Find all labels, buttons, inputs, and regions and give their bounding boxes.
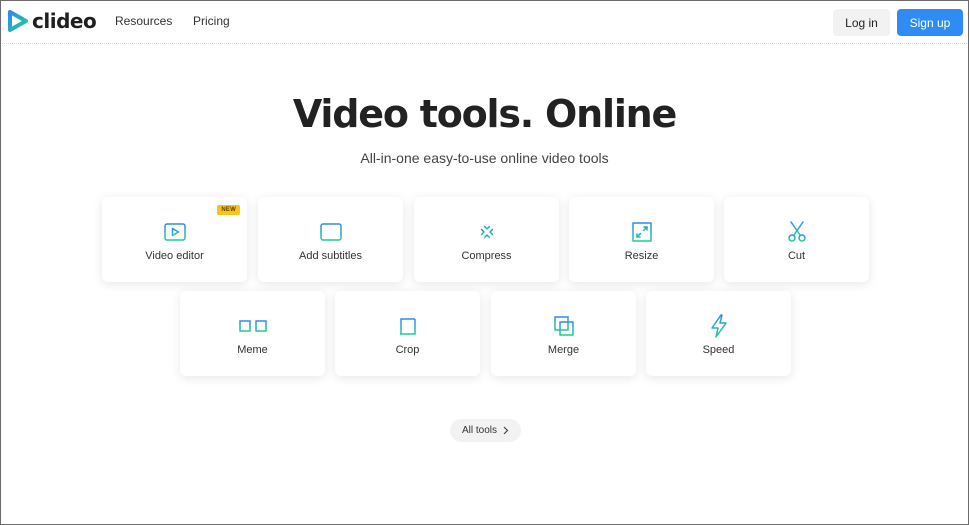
page-subtitle: All-in-one easy-to-use online video tool… (360, 150, 609, 166)
logo-text: clideo (32, 9, 97, 33)
tool-label: Resize (624, 250, 659, 262)
tool-card-add-subtitles[interactable]: Add subtitles (258, 197, 403, 282)
chevron-right-icon (503, 426, 509, 435)
lightning-icon (710, 314, 727, 338)
all-tools-label: All tools (461, 425, 497, 436)
all-tools-button[interactable]: All tools (450, 419, 521, 442)
scissors-icon (787, 221, 806, 242)
nav-pricing[interactable]: Pricing (193, 14, 230, 28)
tool-label: Meme (237, 344, 268, 356)
tool-card-crop[interactable]: Crop (335, 291, 480, 376)
tool-card-resize[interactable]: Resize (569, 197, 714, 282)
tool-card-merge[interactable]: Merge (491, 291, 636, 376)
tool-label: Crop (395, 344, 420, 356)
login-button[interactable]: Log in (833, 9, 890, 36)
clideo-logo-icon (8, 10, 28, 32)
logo-link[interactable]: clideo (8, 9, 97, 33)
tool-card-compress[interactable]: Compress (414, 197, 559, 282)
tool-card-meme[interactable]: Meme (180, 291, 325, 376)
tool-label: Compress (461, 250, 512, 262)
tool-label: Speed (702, 344, 735, 356)
new-badge: NEW (217, 205, 240, 215)
tool-card-cut[interactable]: Cut (724, 197, 869, 282)
glasses-icon (235, 320, 270, 332)
subtitles-icon (319, 223, 342, 241)
signup-button[interactable]: Sign up (897, 9, 963, 36)
merge-icon (553, 316, 574, 336)
crop-icon (397, 316, 418, 336)
tool-label: Cut (787, 250, 806, 262)
tool-card-video-editor[interactable]: NEW Video editor (102, 197, 247, 282)
tool-label: Add subtitles (299, 250, 362, 262)
top-navbar: clideo Resources Pricing Log in Sign up (0, 0, 969, 44)
tool-card-speed[interactable]: Speed (646, 291, 791, 376)
tool-label: Video editor (145, 250, 204, 262)
compress-icon (474, 220, 499, 244)
page-title: Video tools. Online (292, 92, 677, 136)
resize-icon (631, 222, 652, 242)
tool-label: Merge (547, 344, 580, 356)
play-square-icon (163, 223, 186, 241)
nav-resources[interactable]: Resources (115, 14, 172, 28)
